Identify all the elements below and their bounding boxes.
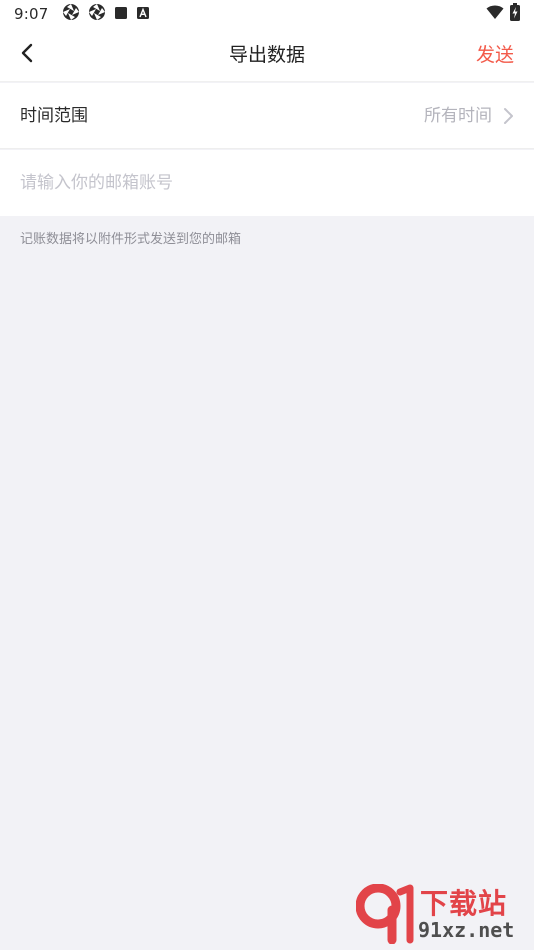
watermark-title: 下载站 (420, 887, 508, 920)
square-icon (114, 5, 128, 24)
status-bar: 9:07 (0, 0, 534, 28)
watermark-url: 91xz.net (418, 918, 515, 942)
battery-charging-icon (510, 3, 520, 25)
status-right (486, 3, 520, 25)
aperture-icon (62, 3, 80, 25)
time-range-label: 时间范围 (20, 106, 88, 126)
page-title: 导出数据 (228, 44, 305, 66)
watermark: 下载站 91xz.net (355, 880, 528, 946)
wifi-icon (486, 4, 504, 24)
nav-bar: 导出数据 发送 (0, 28, 534, 82)
time-range-row[interactable]: 时间范围 所有时间 (0, 83, 534, 149)
status-time: 9:07 (14, 5, 49, 23)
status-left: 9:07 (14, 3, 150, 25)
time-range-value: 所有时间 (424, 106, 492, 126)
email-row (0, 150, 534, 216)
a-badge-icon (136, 5, 150, 24)
chevron-right-icon (500, 107, 516, 125)
send-button[interactable]: 发送 (476, 28, 514, 82)
aperture-icon (88, 3, 106, 25)
watermark-logo-icon (355, 883, 416, 945)
notification-icons (62, 3, 150, 25)
email-input[interactable] (20, 150, 514, 216)
hint-text: 记账数据将以附件形式发送到您的邮箱 (20, 232, 242, 247)
